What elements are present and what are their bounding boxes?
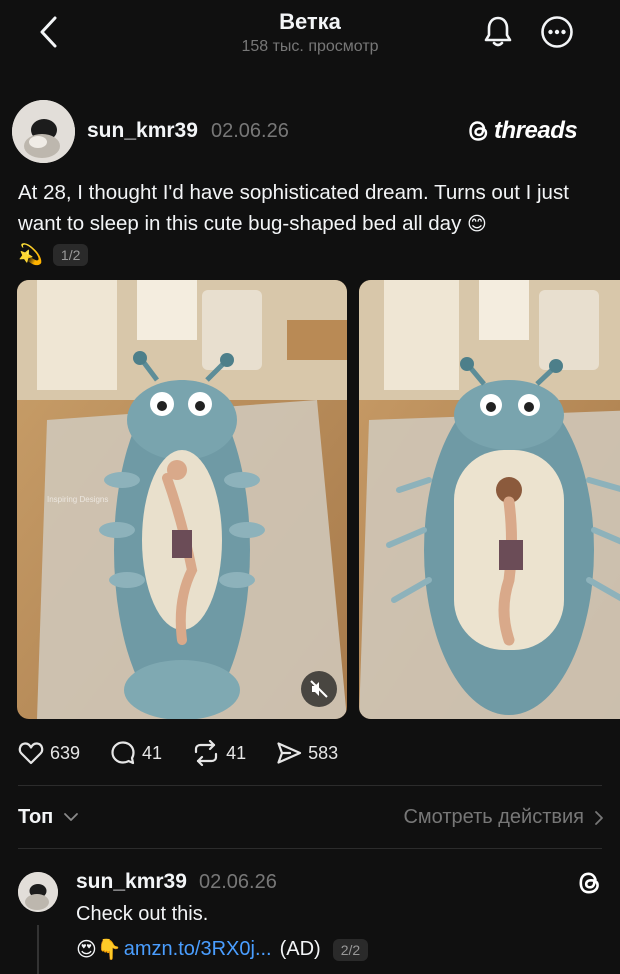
post-actions: 639 41 41 583 bbox=[18, 738, 368, 768]
comment-icon bbox=[111, 741, 135, 765]
sort-row: Топ Смотреть действия bbox=[18, 804, 608, 832]
reply-text: Check out this. bbox=[76, 903, 209, 925]
repost-icon bbox=[194, 740, 218, 766]
view-count: 158 тыс. просмотр bbox=[241, 38, 379, 55]
reply-emojis: 😍👇 bbox=[76, 939, 122, 961]
chevron-right-icon bbox=[595, 810, 603, 825]
mute-button[interactable] bbox=[301, 671, 337, 707]
post-date: 02.06.26 bbox=[211, 120, 289, 142]
smile-emoji: 😊 bbox=[467, 214, 487, 235]
caterpillar-bed-photo-1: Inspiring Designs bbox=[17, 280, 347, 719]
threads-logo-icon bbox=[469, 121, 488, 141]
avatar[interactable] bbox=[12, 100, 75, 163]
sort-dropdown[interactable]: Топ bbox=[18, 806, 53, 829]
ad-label: (AD) bbox=[279, 938, 321, 960]
post-image-1[interactable]: Inspiring Designs bbox=[17, 280, 347, 719]
chevron-down-icon[interactable] bbox=[63, 812, 79, 822]
comment-count: 41 bbox=[142, 742, 163, 763]
repost-button[interactable]: 41 bbox=[192, 740, 246, 766]
heart-icon bbox=[18, 742, 44, 765]
post-body: At 28, I thought I'd have sophisticated … bbox=[18, 177, 608, 240]
threads-brand[interactable]: threads bbox=[468, 117, 578, 145]
view-activity-label: Смотреть действия bbox=[403, 806, 584, 828]
comment-button[interactable]: 41 bbox=[110, 740, 162, 766]
like-count: 639 bbox=[50, 742, 81, 763]
speaker-muted-icon bbox=[310, 680, 328, 698]
post-username[interactable]: sun_kmr39 bbox=[87, 119, 198, 143]
reply-avatar[interactable] bbox=[18, 872, 58, 912]
app-header: Ветка 158 тыс. просмотр bbox=[0, 0, 620, 70]
notifications-button[interactable] bbox=[480, 13, 516, 49]
reply-link-row: 😍👇 amzn.to/3RX0j... (AD) 2/2 bbox=[76, 937, 369, 962]
send-icon bbox=[277, 742, 302, 764]
post-meta-row: 💫 1/2 bbox=[18, 242, 89, 267]
product-link[interactable]: amzn.to/3RX0j... bbox=[124, 938, 272, 961]
repost-count: 41 bbox=[226, 742, 247, 763]
view-activity-link[interactable]: Смотреть действия bbox=[403, 806, 604, 829]
thread-line bbox=[37, 925, 39, 974]
bell-icon bbox=[484, 16, 512, 47]
like-button[interactable]: 639 bbox=[18, 741, 80, 765]
threads-wordmark: threads bbox=[494, 117, 578, 144]
reply-date: 02.06.26 bbox=[199, 871, 277, 893]
page-title: Ветка bbox=[279, 9, 341, 34]
watermark: Inspiring Designs bbox=[47, 495, 108, 504]
divider bbox=[18, 848, 602, 849]
avatar-image bbox=[12, 100, 75, 163]
page-indicator: 1/2 bbox=[52, 243, 89, 266]
share-count: 583 bbox=[308, 742, 339, 763]
divider bbox=[18, 785, 602, 786]
threads-logo-icon bbox=[579, 872, 599, 894]
share-button[interactable]: 583 bbox=[276, 741, 338, 765]
threads-logo-small[interactable] bbox=[578, 870, 602, 901]
post-image-2[interactable] bbox=[359, 280, 620, 719]
avatar-image bbox=[18, 872, 58, 912]
sparkle-emoji: 💫 bbox=[18, 244, 43, 266]
caterpillar-bed-photo-2 bbox=[359, 280, 620, 719]
more-icon bbox=[541, 16, 573, 48]
reply-page-indicator: 2/2 bbox=[332, 938, 369, 961]
more-options-button[interactable] bbox=[538, 13, 576, 51]
reply-username[interactable]: sun_kmr39 bbox=[76, 870, 187, 894]
